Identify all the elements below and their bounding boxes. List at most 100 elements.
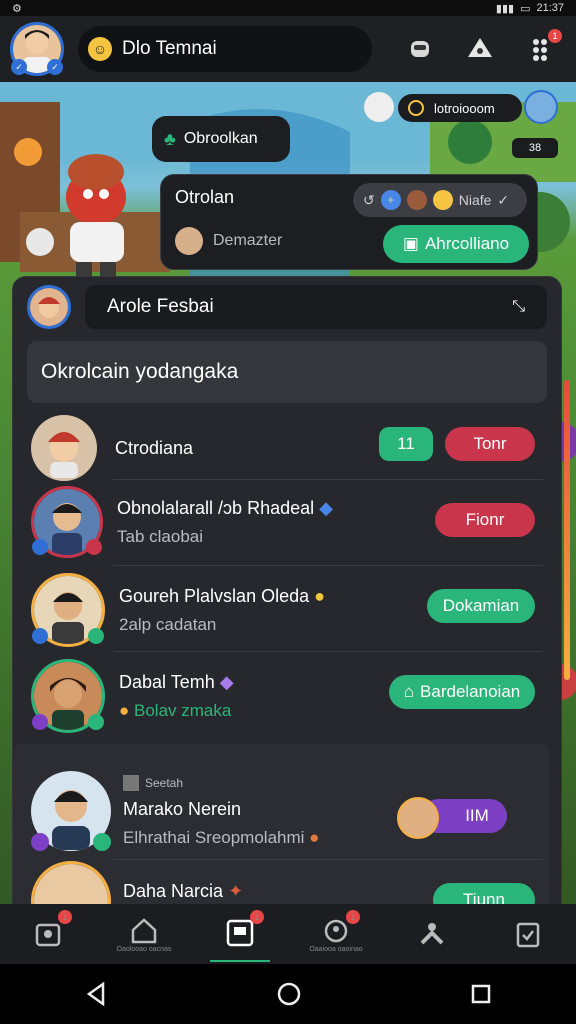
unread-count-badge: 11	[379, 427, 433, 461]
contact-name-text: Daha Narcia	[123, 881, 224, 901]
gift-icon: ✦	[228, 881, 244, 901]
section-title-bar: Okrolcain yodangaka	[27, 341, 547, 403]
nav-badge: 1	[58, 910, 72, 924]
back-icon[interactable]	[83, 981, 109, 1007]
row-text: Obnolalarall /ɔb Rhadeal ◆ Tab claobai	[117, 498, 333, 547]
nav-tasks[interactable]	[498, 906, 558, 962]
call-avatar	[397, 797, 439, 839]
home-icon: ⌂	[403, 682, 415, 701]
row-text: Goureh Plalvslan Oleda ● 2alp cadatan	[119, 586, 325, 635]
home-icon	[131, 917, 157, 943]
row-action-button[interactable]: Dokamian	[427, 589, 535, 623]
coin-icon	[408, 100, 424, 116]
home-circle-icon[interactable]	[276, 981, 302, 1007]
online-icon	[93, 833, 111, 851]
notification-badge: 1	[548, 29, 562, 43]
contact-name-text: Dabal Temh	[119, 671, 215, 692]
mini-avatar	[406, 190, 427, 210]
row-text: Dabal Temh ◆ ● Bolav zmaka	[119, 672, 234, 721]
gem-icon: ◆	[219, 671, 234, 692]
count-text: 38	[528, 142, 542, 154]
row-action-button[interactable]: Tonr	[445, 427, 535, 461]
nav-home[interactable]: Oaolooao oacnas	[114, 906, 174, 962]
title-pill[interactable]: ☺ Dlo Temnai	[78, 26, 372, 72]
row-tag: Seetah	[123, 774, 319, 791]
status-icon	[32, 539, 48, 555]
profile-avatar[interactable]: ✓ ✓	[10, 22, 64, 76]
status-icons: ▮▮▮ ▭ 21:37	[496, 2, 564, 15]
nav-badge: 1	[250, 910, 264, 924]
last-message: 2alp cadatan	[119, 614, 217, 634]
status-icon	[32, 628, 48, 644]
contact-name: Ctrodiana	[115, 437, 194, 458]
group-avatar[interactable]	[27, 285, 71, 329]
row-action-label: Fionr	[465, 510, 505, 529]
scrollbar[interactable]	[564, 380, 570, 680]
tools-icon	[420, 923, 444, 945]
reply-icon: ↺	[363, 191, 375, 208]
nav-chats[interactable]: 1	[210, 906, 270, 962]
row-text: Daha Narcia ✦	[123, 881, 243, 902]
collapse-icon[interactable]: ⤡	[512, 298, 525, 316]
signal-icon: ▮▮▮	[495, 2, 515, 15]
row-avatar	[31, 771, 111, 851]
unread-count: 11	[397, 434, 415, 453]
more-options-icon[interactable]: 1	[524, 29, 562, 65]
top-icons: 1	[404, 29, 562, 65]
popup-action-button[interactable]: ▣ Ahrcolliano	[383, 225, 529, 263]
last-message-text: Elhrathai Sreopmolahmi	[123, 827, 305, 847]
status-bar: ⚙ ▮▮▮ ▭ 21:37	[0, 0, 576, 16]
nav-profile[interactable]: 1	[18, 906, 78, 962]
group-avatar-face	[30, 288, 68, 326]
speech-bubble-text: Obroolkan	[183, 130, 258, 147]
player-chip-text: lotroiooom	[434, 100, 495, 116]
chat-icon: ♣	[164, 128, 176, 149]
status-icon	[32, 714, 48, 730]
friend-avatar[interactable]	[524, 90, 558, 124]
card-header-pill[interactable]: Arole Fesbai ⤡	[85, 285, 547, 329]
player-avatar[interactable]	[364, 92, 394, 122]
mic-icon	[86, 539, 102, 555]
card-header-label: Arole Fesbai	[107, 296, 214, 317]
recents-icon[interactable]	[469, 982, 493, 1006]
contact-name: Obnolalarall /ɔb Rhadeal ◆	[117, 498, 333, 519]
divider	[113, 859, 543, 860]
row-action-label: Dokamian	[442, 596, 520, 615]
check-icon: ✓	[497, 191, 510, 208]
last-message: Elhrathai Sreopmolahmi ●	[123, 828, 319, 848]
verified-icon: ✓	[47, 59, 63, 75]
smile-icon	[432, 190, 453, 210]
droplet-icon: ◆	[319, 497, 333, 518]
chat-bubble-icon: ▣	[402, 234, 419, 253]
status-dot-icon: ✓	[11, 59, 27, 75]
chat-list-card: Arole Fesbai ⤡ Okrolcain yodangaka Ctrod…	[12, 276, 562, 916]
clipboard-icon	[516, 922, 540, 948]
row-avatar	[31, 573, 105, 647]
chat-title: Dlo Temnai	[122, 38, 217, 59]
contact-name: Marako Nerein	[123, 798, 242, 819]
player-chip[interactable]: lotroiooom	[398, 94, 522, 122]
nav-friends[interactable]: 1 Oaaiooa oaoinao	[306, 906, 366, 962]
row-text: Seetah Marako Nerein Elhrathai Sreopmola…	[123, 774, 319, 848]
emoji-icon: ☺	[88, 37, 112, 61]
row-action-label: Tonr	[473, 434, 507, 453]
row-action-button[interactable]: Fionr	[435, 503, 535, 537]
chat-popup: Otrolan ↺ + Niafe ✓ Demazter ▣ Ahrcollia…	[160, 174, 538, 270]
row-action-button[interactable]: ⌂ Bardelanoian	[389, 675, 535, 709]
notification-icon: ⚙	[12, 2, 22, 15]
online-icon	[88, 714, 104, 730]
tag-icon	[123, 774, 139, 791]
row-avatar	[31, 486, 103, 558]
food-icon: ●	[309, 827, 320, 847]
nav-tools[interactable]	[402, 906, 462, 962]
speech-bubble: ♣ Obroolkan	[152, 116, 290, 162]
system-nav	[0, 964, 576, 1024]
reaction-chip[interactable]: ↺ + Niafe ✓	[353, 183, 527, 217]
row-action-label: Bardelanoian	[420, 682, 521, 701]
alert-icon[interactable]	[464, 33, 496, 65]
status-icon	[31, 833, 49, 851]
section-title: Okrolcain yodangaka	[41, 360, 239, 383]
game-controller-icon[interactable]	[404, 33, 436, 65]
count-chip: 38	[512, 138, 558, 158]
divider	[113, 479, 543, 480]
